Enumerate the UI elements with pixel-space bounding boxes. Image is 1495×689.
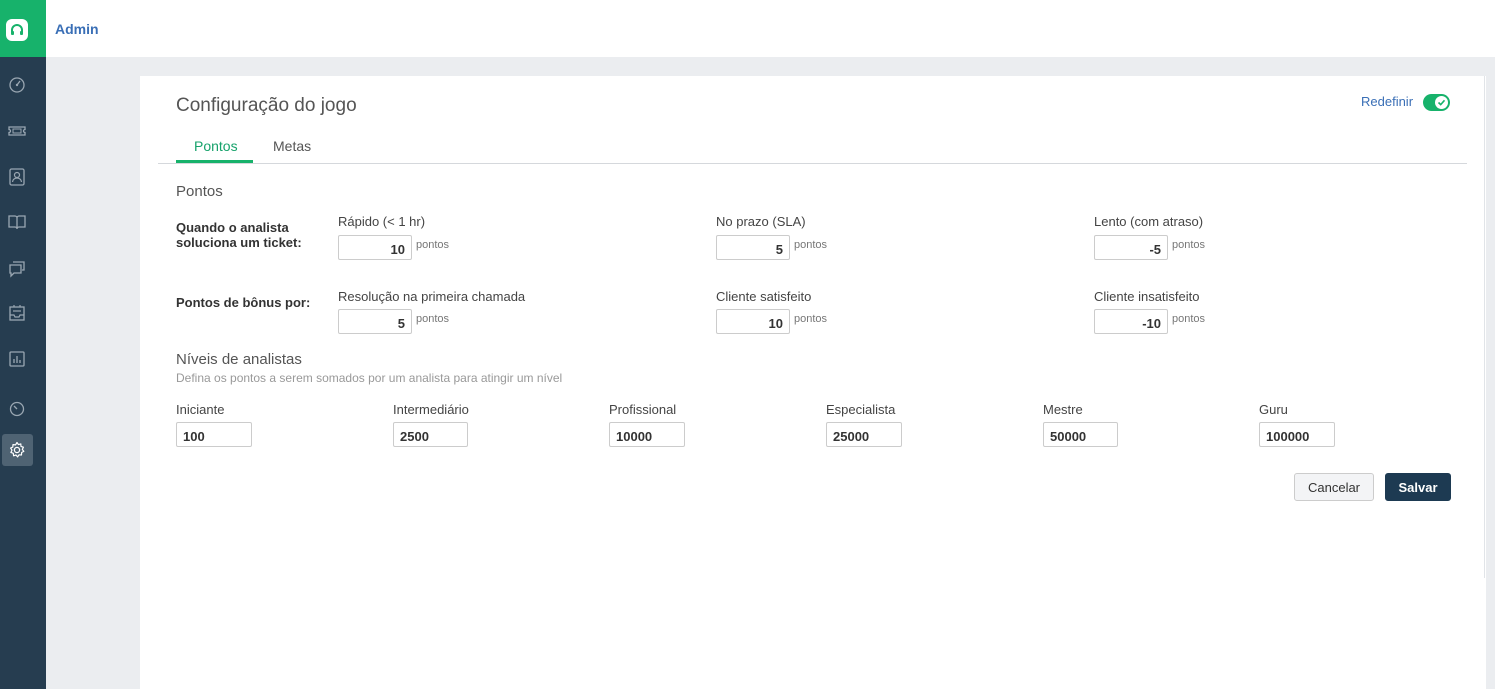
- level-label-beginner: Iniciante: [176, 402, 225, 417]
- bonus-row-label: Pontos de bônus por:: [176, 295, 311, 310]
- check-icon: [1435, 96, 1448, 109]
- level-specialist-input[interactable]: [826, 422, 902, 447]
- level-master-input[interactable]: [1043, 422, 1118, 447]
- unit-label: pontos: [794, 313, 828, 325]
- unsatisfied-points-input[interactable]: [1094, 309, 1168, 334]
- reset-label[interactable]: Redefinir: [1361, 94, 1413, 109]
- contact-icon[interactable]: [7, 167, 27, 187]
- gauge-icon[interactable]: [7, 75, 27, 95]
- level-beginner-input[interactable]: [176, 422, 252, 447]
- satisfied-points-input[interactable]: [716, 309, 790, 334]
- unit-label: pontos: [416, 313, 450, 325]
- tab-divider: [158, 163, 1467, 164]
- page-title: Configuração do jogo: [176, 95, 357, 116]
- unit-label: pontos: [416, 239, 450, 251]
- points-section-title: Pontos: [176, 183, 223, 200]
- level-professional-input[interactable]: [609, 422, 685, 447]
- unit-label: pontos: [794, 239, 828, 251]
- tab-metas[interactable]: Metas: [273, 138, 311, 154]
- field-label-on-time: No prazo (SLA): [716, 214, 806, 229]
- level-label-master: Mestre: [1043, 402, 1083, 417]
- ticket-icon[interactable]: [7, 121, 27, 141]
- speedometer-icon[interactable]: [7, 399, 27, 419]
- level-label-professional: Profissional: [609, 402, 677, 417]
- headset-logo-icon: [6, 19, 28, 41]
- resolve-row-label: Quando o analista soluciona um ticket:: [176, 220, 302, 250]
- sidebar: [0, 0, 46, 689]
- reset-toggle[interactable]: [1423, 94, 1450, 111]
- level-label-specialist: Especialista: [826, 402, 896, 417]
- top-header: Admin: [46, 0, 1495, 57]
- chart-icon[interactable]: [7, 349, 27, 369]
- field-label-first-call: Resolução na primeira chamada: [338, 289, 526, 304]
- levels-title: Níveis de analistas: [176, 351, 302, 368]
- tab-pontos[interactable]: Pontos: [194, 138, 238, 154]
- save-button[interactable]: Salvar: [1385, 473, 1451, 501]
- level-guru-input[interactable]: [1259, 422, 1335, 447]
- field-label-fast: Rápido (< 1 hr): [338, 214, 426, 229]
- cancel-button[interactable]: Cancelar: [1294, 473, 1374, 501]
- chat-icon[interactable]: [7, 258, 27, 278]
- field-label-unsatisfied: Cliente insatisfeito: [1094, 289, 1200, 304]
- header-title[interactable]: Admin: [55, 21, 99, 37]
- panel-divider: [1484, 76, 1485, 578]
- field-label-slow: Lento (com atraso): [1094, 214, 1204, 229]
- unit-label: pontos: [1172, 313, 1206, 325]
- gear-icon[interactable]: [7, 440, 27, 460]
- on-time-points-input[interactable]: [716, 235, 790, 260]
- level-label-intermediate: Intermediário: [393, 402, 469, 417]
- unit-label: pontos: [1172, 239, 1206, 251]
- first-call-points-input[interactable]: [338, 309, 412, 334]
- levels-description: Defina os pontos a serem somados por um …: [176, 371, 563, 385]
- fast-points-input[interactable]: [338, 235, 412, 260]
- slow-points-input[interactable]: [1094, 235, 1168, 260]
- book-icon[interactable]: [7, 212, 27, 232]
- level-intermediate-input[interactable]: [393, 422, 468, 447]
- level-label-guru: Guru: [1259, 402, 1288, 417]
- app-logo[interactable]: [0, 0, 46, 57]
- field-label-satisfied: Cliente satisfeito: [716, 289, 812, 304]
- inbox-icon[interactable]: [7, 303, 27, 323]
